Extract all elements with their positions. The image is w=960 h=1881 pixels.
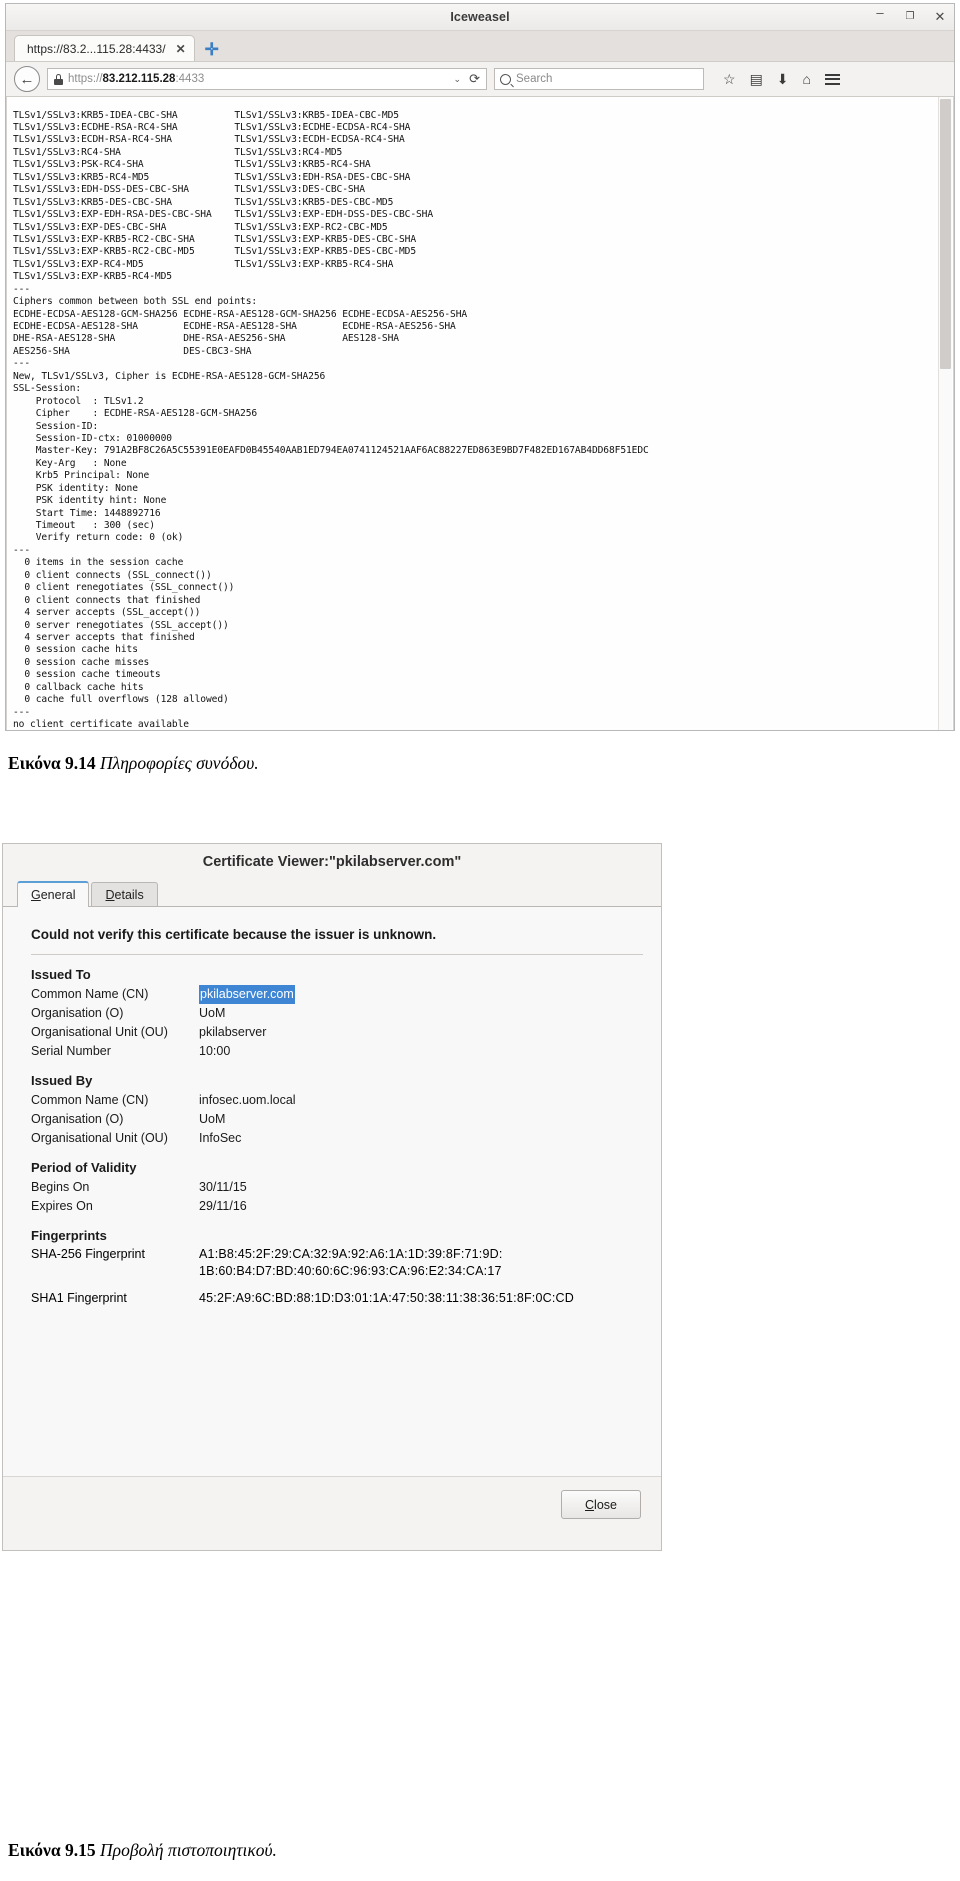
figure-caption-9-14: Εικόνα 9.14 Πληροφορίες συνόδου. bbox=[8, 753, 259, 774]
browser-window: Iceweasel – ❐ ✕ https://83.2...115.28:44… bbox=[5, 3, 955, 731]
field-label: Organisation (O) bbox=[31, 1006, 124, 1020]
close-button-mnemonic: C bbox=[585, 1497, 595, 1512]
certificate-dialog-titlebar: Certificate Viewer:"pkilabserver.com" bbox=[3, 844, 661, 880]
cert-field-row: Serial Number 10:00 bbox=[31, 1042, 643, 1061]
reader-list-icon[interactable]: ▤ bbox=[750, 72, 763, 86]
tab-general[interactable]: General bbox=[17, 881, 90, 907]
section-heading-period-of-validity: Period of Validity bbox=[31, 1160, 137, 1175]
section-heading-fingerprints: Fingerprints bbox=[31, 1228, 107, 1243]
field-value-issuer-common-name: infosec.uom.local bbox=[199, 1093, 296, 1107]
chevron-down-icon[interactable]: ⌄ bbox=[454, 74, 465, 85]
url-scheme: https:// bbox=[68, 73, 103, 85]
field-label: Common Name (CN) bbox=[31, 987, 149, 1001]
field-label: Organisational Unit (OU) bbox=[31, 1025, 168, 1039]
figure-caption-9-15-number: Εικόνα 9.15 bbox=[8, 1840, 96, 1860]
cert-field-row: Begins On 30/11/15 bbox=[31, 1178, 643, 1197]
page-scrollbar[interactable] bbox=[938, 97, 952, 730]
field-value-begins-on: 30/11/15 bbox=[199, 1180, 247, 1194]
divider bbox=[31, 954, 643, 955]
tab-close-icon[interactable]: ✕ bbox=[176, 42, 186, 56]
new-tab-icon[interactable]: ✛ bbox=[205, 41, 219, 58]
section-heading-issued-by: Issued By bbox=[31, 1073, 93, 1088]
url-host: 83.212.115.28 bbox=[102, 73, 176, 85]
terminal-output: TLSv1/SSLv3:KRB5-IDEA-CBC-SHA TLSv1/SSLv… bbox=[13, 109, 649, 730]
field-label: Common Name (CN) bbox=[31, 1093, 149, 1107]
cert-field-row: Common Name (CN) pkilabserver.com bbox=[31, 985, 643, 1004]
certificate-viewer-dialog: Certificate Viewer:"pkilabserver.com" Ge… bbox=[2, 843, 662, 1551]
tab-details-label: etails bbox=[114, 887, 144, 902]
cert-field-row: Common Name (CN) infosec.uom.local bbox=[31, 1091, 643, 1110]
back-button[interactable]: ← bbox=[14, 66, 40, 92]
fingerprint-row-sha1: SHA1 Fingerprint 45:2F:A9:6C:BD:88:1D:D3… bbox=[31, 1290, 643, 1307]
reload-icon[interactable]: ⟳ bbox=[469, 71, 482, 87]
tab-strip: https://83.2...115.28:4433/ ✕ ✛ bbox=[6, 31, 954, 62]
field-value-organisation: UoM bbox=[199, 1006, 226, 1020]
tab-general-label: eneral bbox=[40, 888, 76, 902]
scrollbar-thumb[interactable] bbox=[940, 99, 951, 369]
figure-caption-9-14-text: Πληροφορίες συνόδου. bbox=[100, 753, 259, 773]
menu-hamburger-icon[interactable] bbox=[825, 73, 840, 85]
search-input[interactable]: Search bbox=[494, 68, 704, 90]
window-title: Iceweasel bbox=[450, 10, 510, 24]
search-icon bbox=[500, 73, 511, 85]
fingerprint-row-sha256: SHA-256 Fingerprint A1:B8:45:2F:29:CA:32… bbox=[31, 1246, 643, 1280]
navigation-toolbar: ← https://83.212.115.28:4433 ⌄ ⟳ Search … bbox=[6, 62, 954, 97]
field-value-issuer-organisation: UoM bbox=[199, 1112, 226, 1126]
cert-field-row: Organisational Unit (OU) InfoSec bbox=[31, 1129, 643, 1148]
cert-field-row: Organisational Unit (OU) pkilabserver bbox=[31, 1023, 643, 1042]
downloads-icon[interactable]: ⬇ bbox=[777, 72, 789, 86]
field-value-expires-on: 29/11/16 bbox=[199, 1199, 247, 1213]
maximize-icon[interactable]: ❐ bbox=[904, 12, 916, 22]
figure-caption-9-14-number: Εικόνα 9.14 bbox=[8, 753, 96, 773]
field-label: SHA1 Fingerprint bbox=[31, 1291, 127, 1305]
tab-details[interactable]: Details bbox=[91, 882, 158, 906]
certificate-tab-bar: General Details bbox=[3, 880, 661, 907]
field-label: Serial Number bbox=[31, 1044, 111, 1058]
url-text: https://83.212.115.28:4433 bbox=[68, 73, 449, 85]
certificate-general-panel: Could not verify this certificate becaus… bbox=[3, 907, 661, 1532]
certificate-warning-text: Could not verify this certificate becaus… bbox=[31, 927, 437, 942]
field-label: Begins On bbox=[31, 1180, 90, 1194]
field-label: SHA-256 Fingerprint bbox=[31, 1247, 145, 1261]
url-port: :4433 bbox=[175, 73, 205, 85]
bookmark-star-icon[interactable]: ☆ bbox=[723, 72, 736, 86]
page-content: TLSv1/SSLv3:KRB5-IDEA-CBC-SHA TLSv1/SSLv… bbox=[6, 97, 954, 730]
window-controls: – ❐ ✕ bbox=[874, 4, 946, 30]
close-icon[interactable]: ✕ bbox=[934, 10, 946, 23]
certificate-dialog-title: Certificate Viewer:"pkilabserver.com" bbox=[202, 854, 462, 870]
search-placeholder: Search bbox=[516, 73, 553, 85]
tab-general-mnemonic: G bbox=[31, 888, 41, 902]
field-value-common-name[interactable]: pkilabserver.com bbox=[199, 985, 295, 1004]
figure-caption-9-15-text: Προβολή πιστοποιητικού. bbox=[100, 1840, 277, 1860]
minimize-icon[interactable]: – bbox=[874, 6, 886, 19]
cert-field-row: Organisation (O) UoM bbox=[31, 1004, 643, 1023]
close-button-label: lose bbox=[594, 1497, 617, 1512]
tab-details-mnemonic: D bbox=[105, 887, 115, 902]
window-titlebar: Iceweasel – ❐ ✕ bbox=[6, 4, 954, 31]
field-value-sha1-fingerprint: 45:2F:A9:6C:BD:88:1D:D3:01:1A:47:50:38:1… bbox=[199, 1291, 574, 1305]
field-value-issuer-organisational-unit: InfoSec bbox=[199, 1131, 242, 1145]
field-value-serial-number: 10:00 bbox=[199, 1044, 231, 1058]
certificate-dialog-footer: Close bbox=[3, 1476, 661, 1532]
field-label: Expires On bbox=[31, 1199, 93, 1213]
home-icon[interactable]: ⌂ bbox=[803, 72, 811, 86]
browser-tab[interactable]: https://83.2...115.28:4433/ ✕ bbox=[14, 35, 195, 61]
lock-icon bbox=[54, 73, 63, 85]
field-label: Organisation (O) bbox=[31, 1112, 124, 1126]
close-button[interactable]: Close bbox=[561, 1490, 641, 1519]
section-heading-issued-to: Issued To bbox=[31, 967, 91, 982]
figure-caption-9-15: Εικόνα 9.15 Προβολή πιστοποιητικού. bbox=[8, 1840, 277, 1861]
field-value-organisational-unit: pkilabserver bbox=[199, 1025, 267, 1039]
toolbar-icons: ☆ ▤ ⬇ ⌂ bbox=[723, 72, 840, 86]
tab-label: https://83.2...115.28:4433/ bbox=[27, 41, 166, 56]
cert-field-row: Expires On 29/11/16 bbox=[31, 1197, 643, 1216]
url-bar[interactable]: https://83.212.115.28:4433 ⌄ ⟳ bbox=[47, 68, 487, 90]
field-value-sha256-fingerprint: A1:B8:45:2F:29:CA:32:9A:92:A6:1A:1D:39:8… bbox=[199, 1247, 503, 1278]
field-label: Organisational Unit (OU) bbox=[31, 1131, 168, 1145]
cert-field-row: Organisation (O) UoM bbox=[31, 1110, 643, 1129]
